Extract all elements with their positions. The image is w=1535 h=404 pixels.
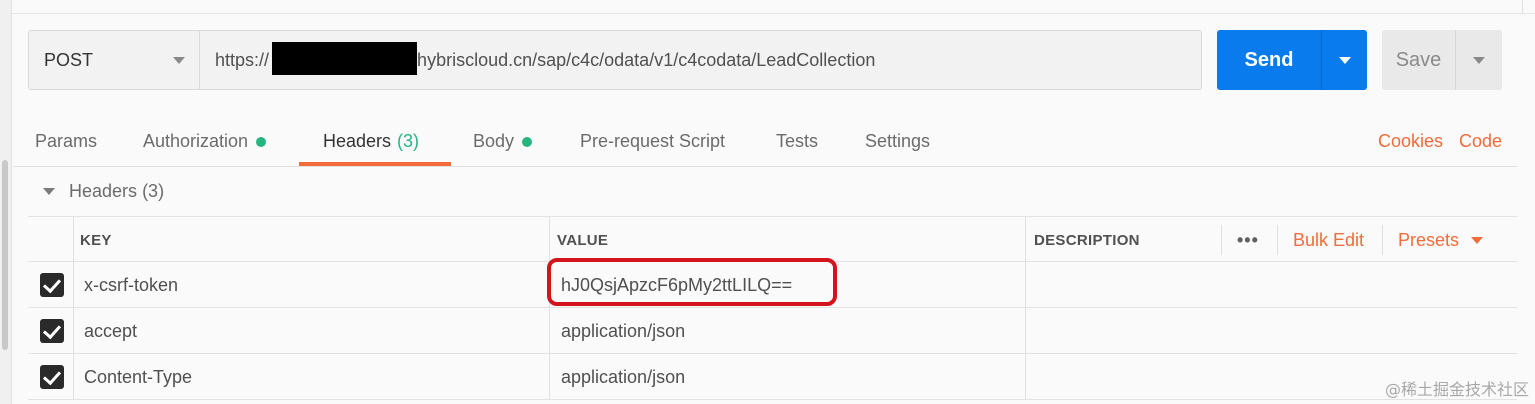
tab-body[interactable]: Body bbox=[473, 131, 533, 152]
code-link[interactable]: Code bbox=[1459, 131, 1502, 152]
section-title: Headers bbox=[69, 181, 138, 201]
save-label: Save bbox=[1395, 48, 1442, 71]
status-dot-icon bbox=[522, 136, 533, 147]
watermark: @稀土掘金技术社区 bbox=[1384, 380, 1529, 399]
chevron-down-icon bbox=[1471, 236, 1484, 244]
table-row: accept application/json bbox=[28, 308, 1517, 354]
tab-settings[interactable]: Settings bbox=[865, 131, 930, 152]
table-row: x-csrf-token hJ0QsjApzcF6pMy2ttLILQ== bbox=[28, 262, 1517, 308]
headers-section-toggle[interactable]: Headers (3) bbox=[43, 181, 164, 202]
row-checkbox[interactable] bbox=[40, 319, 64, 343]
header-key[interactable]: Content-Type bbox=[84, 354, 192, 400]
collapse-caret-icon bbox=[43, 188, 55, 195]
tab-authorization[interactable]: Authorization bbox=[143, 131, 267, 152]
header-key[interactable]: accept bbox=[84, 308, 137, 354]
header-value[interactable]: hJ0QsjApzcF6pMy2ttLILQ== bbox=[561, 262, 792, 308]
status-dot-icon bbox=[256, 136, 267, 147]
url-prefix: https:// bbox=[215, 49, 270, 70]
header-value[interactable]: application/json bbox=[561, 354, 685, 400]
chevron-down-icon bbox=[173, 57, 185, 64]
url-suffix: aphybriscloud.cn/sap/c4c/odata/v1/c4coda… bbox=[397, 49, 876, 70]
table-row: Content-Type application/json bbox=[28, 354, 1517, 400]
tab-tests[interactable]: Tests bbox=[776, 131, 818, 152]
row-checkbox[interactable] bbox=[40, 273, 64, 297]
sidebar-edge bbox=[0, 0, 12, 404]
save-options-button[interactable] bbox=[1456, 56, 1502, 64]
row-checkbox[interactable] bbox=[40, 365, 64, 389]
sidebar-scrollbar[interactable] bbox=[2, 160, 8, 350]
tab-headers[interactable]: Headers (3) bbox=[323, 131, 419, 152]
section-count: (3) bbox=[142, 181, 165, 201]
headers-table: KEY VALUE DESCRIPTION ••• Bulk Edit Pres… bbox=[28, 216, 1517, 400]
active-tab-indicator bbox=[299, 162, 451, 166]
tab-params[interactable]: Params bbox=[35, 131, 97, 152]
presets-dropdown[interactable]: Presets bbox=[1398, 217, 1484, 263]
chevron-down-icon bbox=[1338, 56, 1351, 64]
cookies-link[interactable]: Cookies bbox=[1378, 131, 1443, 152]
request-panel: POST https:// aphybriscloud.cn/sap/c4c/od… bbox=[13, 15, 1517, 404]
chevron-down-icon bbox=[1473, 56, 1485, 64]
save-button[interactable]: Save bbox=[1382, 30, 1502, 90]
send-button[interactable]: Send bbox=[1217, 30, 1367, 90]
method-select[interactable]: POST bbox=[28, 30, 200, 90]
column-key: KEY bbox=[80, 231, 112, 249]
more-options-icon[interactable]: ••• bbox=[1237, 217, 1259, 263]
send-options-button[interactable] bbox=[1322, 56, 1367, 64]
redaction-box bbox=[272, 42, 417, 75]
header-value[interactable]: application/json bbox=[561, 308, 685, 354]
send-label: Send bbox=[1244, 48, 1294, 71]
request-tabs: Params Authorization Headers (3) Body Pre… bbox=[13, 115, 1517, 167]
header-key[interactable]: x-csrf-token bbox=[84, 262, 178, 308]
method-value: POST bbox=[44, 49, 94, 70]
table-header-row: KEY VALUE DESCRIPTION ••• Bulk Edit Pres… bbox=[28, 216, 1517, 263]
column-value: VALUE bbox=[557, 231, 609, 249]
tab-strip-edge bbox=[12, 0, 1535, 14]
tab-pre-request-script[interactable]: Pre-request Script bbox=[580, 131, 725, 152]
bulk-edit-link[interactable]: Bulk Edit bbox=[1293, 217, 1364, 263]
column-description: DESCRIPTION bbox=[1034, 231, 1140, 249]
